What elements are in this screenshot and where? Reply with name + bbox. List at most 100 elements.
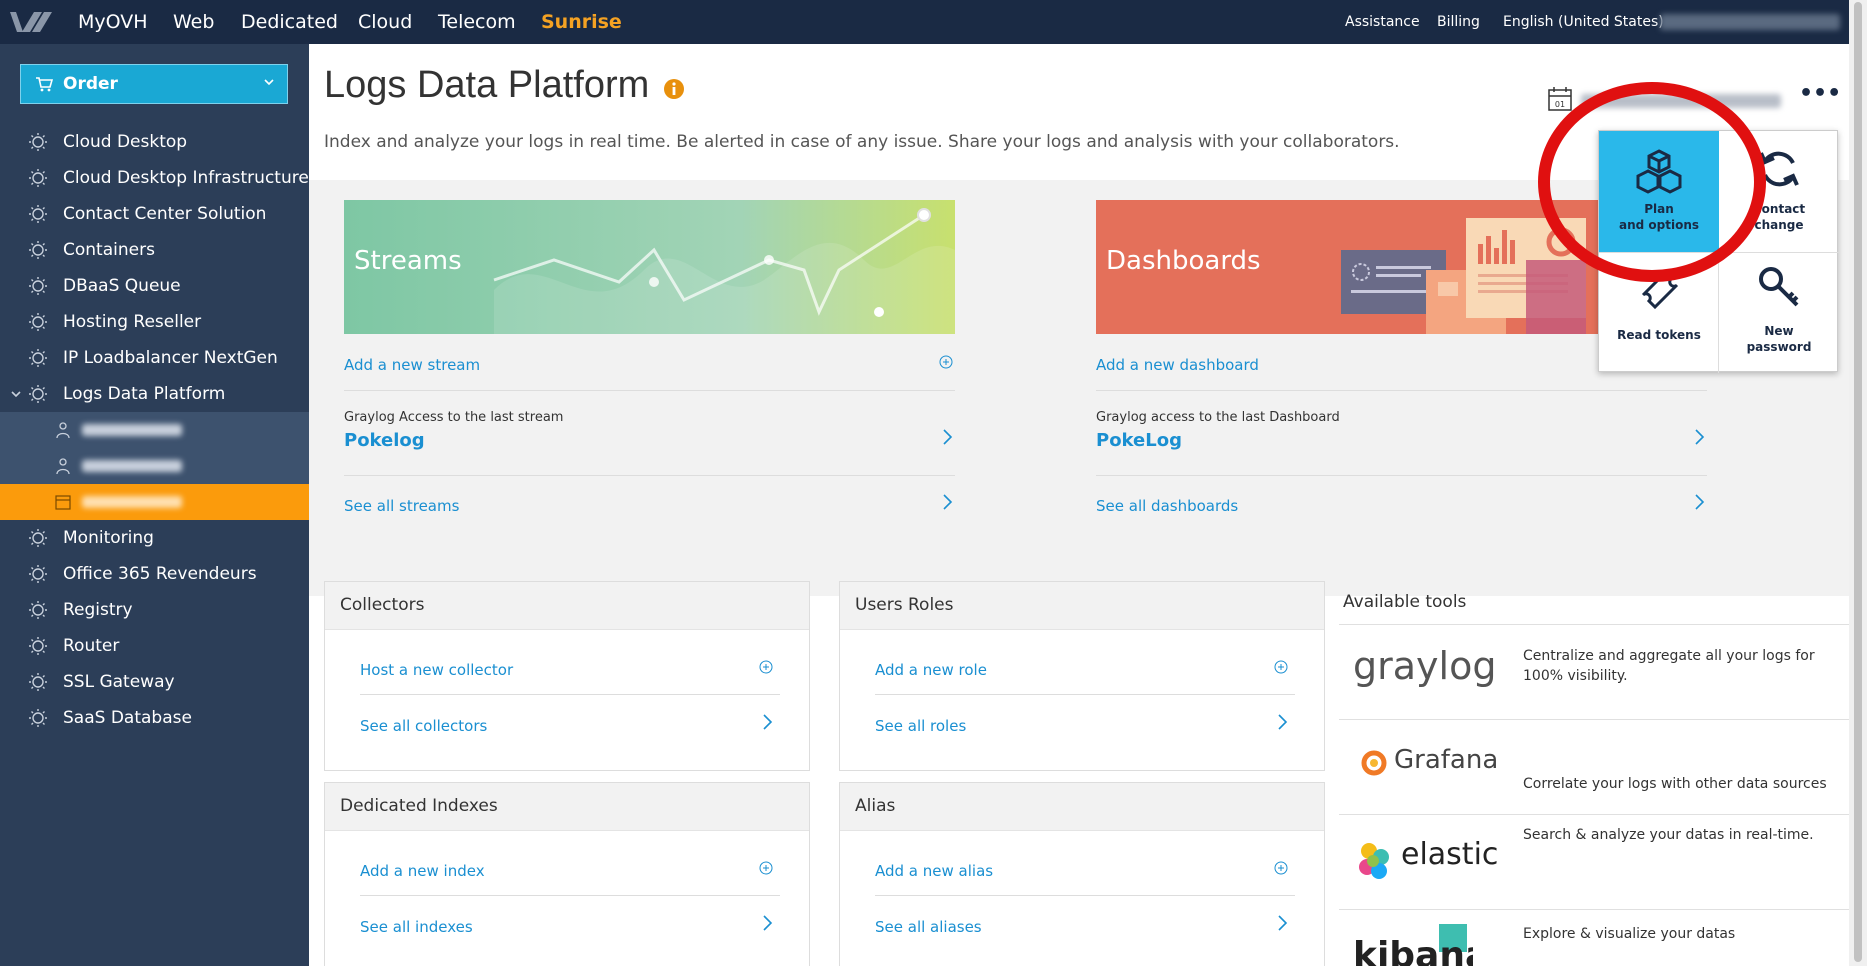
see-all-dashboards-link[interactable]: See all dashboards <box>1096 497 1238 515</box>
redacted-service-name <box>82 424 182 436</box>
chevron-right-icon[interactable] <box>1693 493 1705 511</box>
sidebar-subitem-service-3[interactable] <box>0 484 309 520</box>
sidebar-item-office-365[interactable]: Office 365 Revendeurs <box>0 556 309 592</box>
sidebar-item-ssl-gateway[interactable]: SSL Gateway <box>0 664 309 700</box>
see-all-streams-link[interactable]: See all streams <box>344 497 459 515</box>
redacted-service-name <box>82 460 182 472</box>
sidebar-item-label: Contact Center Solution <box>63 204 267 224</box>
nav-sunrise[interactable]: Sunrise <box>541 0 622 44</box>
scrollbar-thumb[interactable] <box>1854 2 1862 962</box>
last-dashboard-label: Graylog access to the last Dashboard <box>1096 410 1340 425</box>
sidebar-subitem-service-1[interactable] <box>0 412 309 448</box>
nav-myovh[interactable]: MyOVH <box>78 0 148 44</box>
streams-banner-title: Streams <box>354 246 462 276</box>
chevron-right-icon[interactable] <box>941 493 953 511</box>
tool-desc-elastic: Search & analyze your datas in real-time… <box>1523 827 1814 843</box>
sidebar-item-label: Hosting Reseller <box>63 312 202 332</box>
tool-row-grafana[interactable]: Grafana <box>1339 719 1849 814</box>
sidebar-item-hosting-reseller[interactable]: Hosting Reseller <box>0 304 309 340</box>
nav-dedicated[interactable]: Dedicated <box>241 0 338 44</box>
sidebar-item-contact-center[interactable]: Contact Center Solution <box>0 196 309 232</box>
nav-billing[interactable]: Billing <box>1437 0 1480 44</box>
info-icon[interactable] <box>663 78 685 100</box>
sidebar-item-containers[interactable]: Containers <box>0 232 309 268</box>
sidebar-item-label: DBaaS Queue <box>63 276 181 296</box>
sidebar-item-label: Registry <box>63 600 133 620</box>
chevron-down-icon[interactable] <box>10 388 22 400</box>
plus-circle-icon[interactable] <box>1274 660 1288 674</box>
page-scrollbar[interactable] <box>1849 0 1867 966</box>
sidebar-item-label: Cloud Desktop <box>63 132 188 152</box>
nav-telecom[interactable]: Telecom <box>438 0 516 44</box>
chevron-right-icon[interactable] <box>1276 713 1288 731</box>
sidebar-item-logs-data-platform[interactable]: Logs Data Platform <box>0 376 309 412</box>
read-tokens-label: Read tokens <box>1617 328 1701 342</box>
sidebar-item-cloud-desktop-infra[interactable]: Cloud Desktop Infrastructure <box>0 160 309 196</box>
password-label-line1: New <box>1764 324 1794 338</box>
sidebar-item-cloud-desktop[interactable]: Cloud Desktop <box>0 124 309 160</box>
bulb-icon <box>29 277 47 295</box>
add-index-link[interactable]: Add a new index <box>360 862 485 880</box>
collectors-title: Collectors <box>325 582 809 630</box>
bulb-icon <box>29 565 47 583</box>
add-stream-link[interactable]: Add a new stream <box>344 356 480 374</box>
bulb-icon <box>29 205 47 223</box>
divider <box>344 475 955 476</box>
alias-panel: Alias Add a new alias See all aliases <box>839 782 1325 966</box>
see-all-aliases-link[interactable]: See all aliases <box>875 918 982 936</box>
elastic-logo-icon <box>1359 843 1389 879</box>
sidebar-item-saas-database[interactable]: SaaS Database <box>0 700 309 736</box>
nav-web[interactable]: Web <box>173 0 214 44</box>
sidebar-subitem-service-2[interactable] <box>0 448 309 484</box>
sidebar-item-ip-loadbalancer[interactable]: IP Loadbalancer NextGen <box>0 340 309 376</box>
see-all-indexes-link[interactable]: See all indexes <box>360 918 473 936</box>
add-alias-link[interactable]: Add a new alias <box>875 862 993 880</box>
plus-circle-icon[interactable] <box>759 861 773 875</box>
nav-assistance[interactable]: Assistance <box>1345 0 1420 44</box>
sidebar-item-label: SSL Gateway <box>63 672 175 692</box>
sidebar-item-label: Office 365 Revendeurs <box>63 564 257 584</box>
bulb-icon <box>29 241 47 259</box>
cart-icon <box>36 77 53 92</box>
host-collector-link[interactable]: Host a new collector <box>360 661 513 679</box>
sidebar-item-label: Cloud Desktop Infrastructure <box>63 168 309 188</box>
add-role-link[interactable]: Add a new role <box>875 661 987 679</box>
divider <box>360 895 780 896</box>
chevron-right-icon[interactable] <box>941 428 953 446</box>
page-subtitle: Index and analyze your logs in real time… <box>324 132 1400 152</box>
more-actions-icon[interactable]: ••• <box>1799 83 1841 110</box>
chevron-right-icon[interactable] <box>1276 914 1288 932</box>
plus-circle-icon[interactable] <box>1274 861 1288 875</box>
order-button[interactable]: Order <box>20 64 288 104</box>
see-all-collectors-link[interactable]: See all collectors <box>360 717 487 735</box>
divider <box>1096 475 1707 476</box>
bulb-icon <box>29 637 47 655</box>
ovh-logo-icon[interactable] <box>8 8 54 36</box>
sidebar-item-label: SaaS Database <box>63 708 192 728</box>
nav-language[interactable]: English (United States) <box>1503 0 1664 44</box>
page-title: Logs Data Platform <box>324 64 650 106</box>
sidebar-item-registry[interactable]: Registry <box>0 592 309 628</box>
add-dashboard-link[interactable]: Add a new dashboard <box>1096 356 1259 374</box>
tool-desc-graylog: Centralize and aggregate all your logs f… <box>1523 648 1815 684</box>
bulb-icon <box>29 133 47 151</box>
user-icon <box>56 458 70 475</box>
chevron-right-icon[interactable] <box>1693 428 1705 446</box>
sidebar-item-monitoring[interactable]: Monitoring <box>0 520 309 556</box>
plus-circle-icon[interactable] <box>939 355 953 369</box>
new-password-button[interactable]: New password <box>1719 252 1839 373</box>
sidebar-item-router[interactable]: Router <box>0 628 309 664</box>
bulb-icon <box>29 385 47 403</box>
plus-circle-icon[interactable] <box>759 660 773 674</box>
sidebar-item-dbaas-queue[interactable]: DBaaS Queue <box>0 268 309 304</box>
nav-cloud[interactable]: Cloud <box>358 0 412 44</box>
last-stream-link[interactable]: Pokelog <box>344 430 425 451</box>
see-all-roles-link[interactable]: See all roles <box>875 717 966 735</box>
last-dashboard-link[interactable]: PokeLog <box>1096 430 1182 451</box>
tool-desc-kibana: Explore & visualize your datas <box>1523 926 1736 942</box>
calendar-icon: 01 <box>1548 87 1572 111</box>
account-menu[interactable] <box>1660 14 1840 30</box>
sidebar-item-label: Logs Data Platform <box>63 384 226 404</box>
chevron-right-icon[interactable] <box>761 914 773 932</box>
chevron-right-icon[interactable] <box>761 713 773 731</box>
